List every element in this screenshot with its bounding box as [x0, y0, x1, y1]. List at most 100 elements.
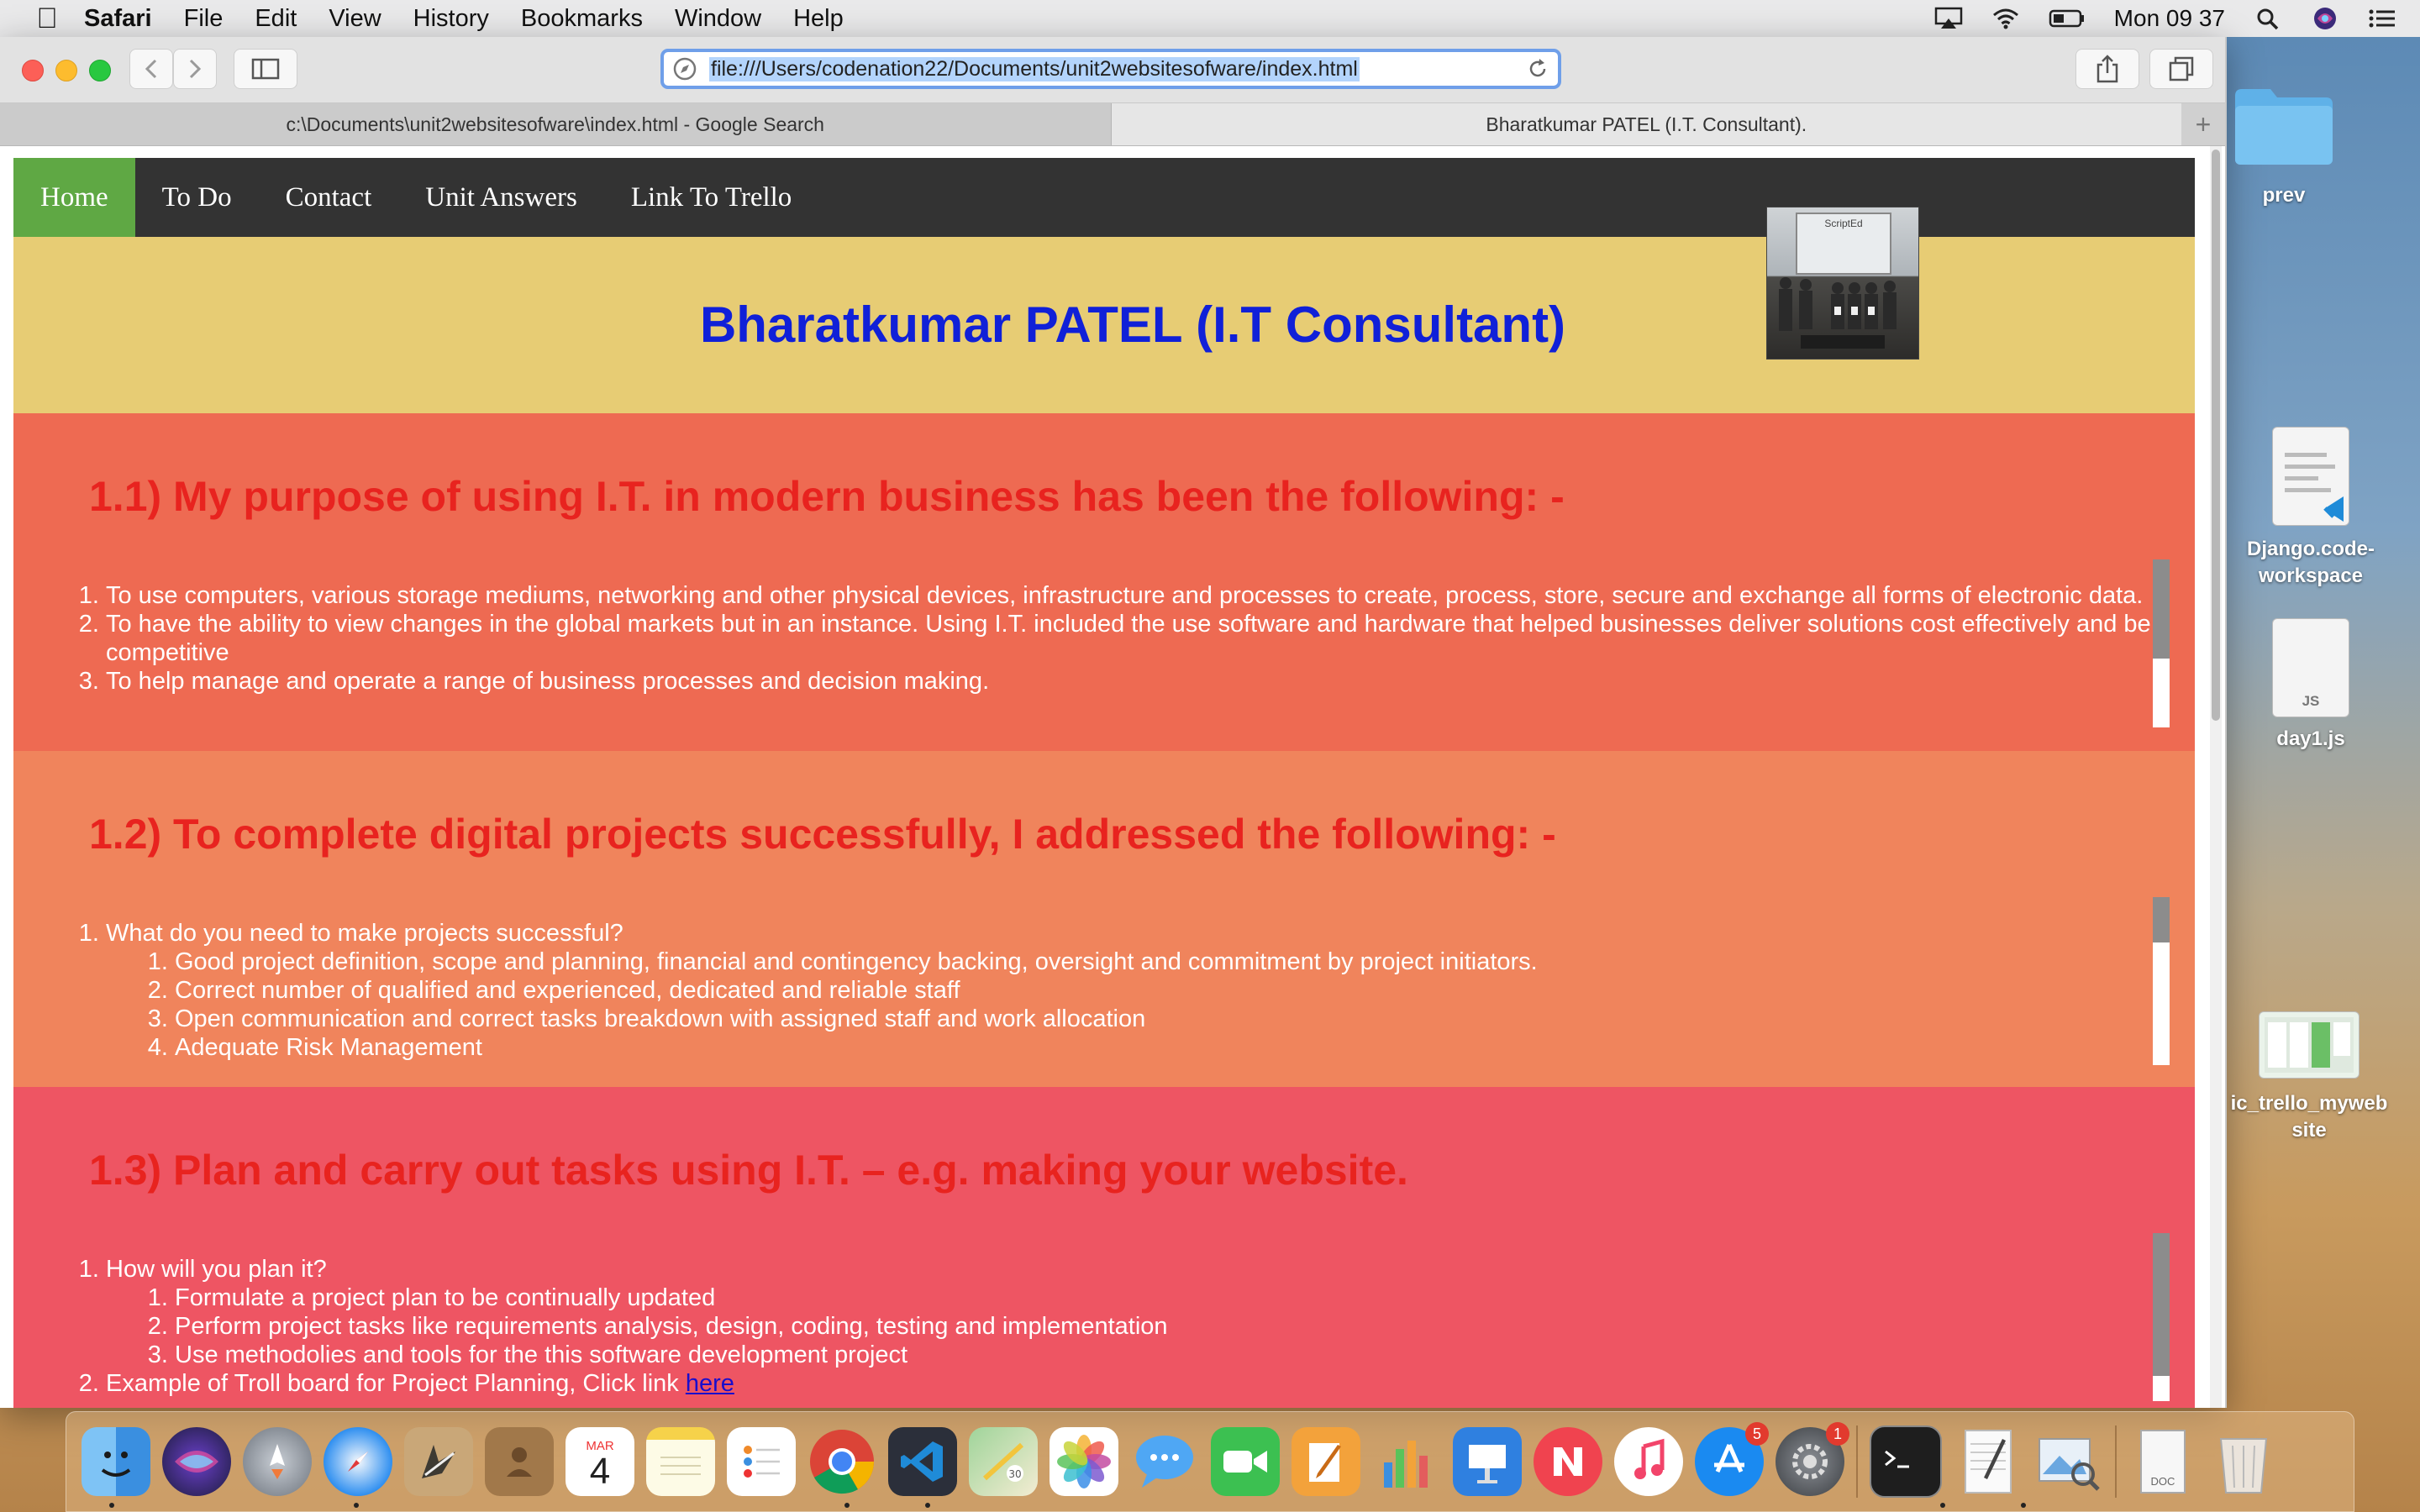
new-tab-button[interactable]: + — [2181, 103, 2225, 145]
launchpad-icon[interactable] — [243, 1427, 312, 1496]
menu-edit[interactable]: Edit — [255, 5, 297, 33]
reminders-icon[interactable] — [727, 1427, 796, 1496]
siri-icon[interactable] — [2311, 7, 2339, 30]
menu-app-name[interactable]: Safari — [84, 5, 152, 33]
share-button[interactable] — [2075, 49, 2139, 89]
chrome-icon[interactable] — [808, 1427, 876, 1496]
facetime-icon[interactable] — [1211, 1427, 1280, 1496]
dock-separator — [1856, 1425, 1858, 1498]
notification-center-icon[interactable] — [2368, 7, 2396, 30]
document-stack-icon[interactable]: DOC — [2128, 1427, 2197, 1496]
tab-overview-button[interactable] — [2149, 49, 2213, 89]
calendar-icon[interactable]: MAR 4 — [566, 1427, 634, 1496]
desktop-folder-prev[interactable]: prev — [2232, 81, 2336, 207]
web-page: Home To Do Contact Unit Answers Link To … — [13, 158, 2195, 1408]
list-item: To use computers, various storage medium… — [106, 581, 2225, 610]
nav-unit-answers[interactable]: Unit Answers — [398, 158, 604, 237]
notes-icon[interactable] — [646, 1427, 715, 1496]
group-photo: ScriptEd — [1766, 207, 1919, 360]
close-window-icon[interactable] — [22, 60, 44, 81]
siri-app-icon[interactable] — [162, 1427, 231, 1496]
minimize-window-icon[interactable] — [55, 60, 77, 81]
section-1-1-title: 1.1) My purpose of using I.T. in modern … — [89, 473, 1565, 520]
battery-icon[interactable] — [2049, 7, 2086, 30]
menu-history[interactable]: History — [413, 5, 489, 33]
nav-home[interactable]: Home — [13, 158, 135, 237]
contacts-icon[interactable] — [485, 1427, 554, 1496]
people-silhouettes — [1779, 277, 1897, 349]
page-scrollbar-thumb[interactable] — [2212, 150, 2220, 721]
tab-bharatkumar[interactable]: Bharatkumar PATEL (I.T. Consultant). — [1111, 103, 2182, 145]
scrollbar-thumb[interactable] — [2153, 559, 2170, 659]
list-item: Example of Troll board for Project Plann… — [106, 1369, 2225, 1398]
numbers-icon[interactable] — [1372, 1427, 1441, 1496]
zoom-window-icon[interactable] — [89, 60, 111, 81]
menu-view[interactable]: View — [329, 5, 381, 33]
back-button[interactable] — [129, 49, 173, 89]
sub-list-item: Adequate Risk Management — [175, 1033, 2225, 1062]
nav-link-to-trello[interactable]: Link To Trello — [604, 158, 818, 237]
section-1-3-scrollbar[interactable] — [2153, 1233, 2170, 1401]
tab-google-search[interactable]: c:\Documents\unit2websitesofware\index.h… — [0, 103, 1112, 145]
keynote-icon[interactable] — [1453, 1427, 1522, 1496]
sidebar-icon — [251, 58, 280, 80]
section-1-3-list: How will you plan it? Formulate a projec… — [13, 1255, 2225, 1398]
section-1-3: 1.3) Plan and carry out tasks using I.T.… — [13, 1087, 2195, 1408]
menu-file[interactable]: File — [184, 5, 224, 33]
safari-app-icon[interactable] — [324, 1427, 392, 1496]
section-1-2-scrollbar[interactable] — [2153, 897, 2170, 1065]
sub-list-item: Correct number of qualified and experien… — [175, 976, 2225, 1005]
mail-icon[interactable] — [404, 1427, 473, 1496]
scrollbar-thumb[interactable] — [2153, 897, 2170, 942]
scrollbar-thumb[interactable] — [2153, 1233, 2170, 1376]
desktop-icon-label: ic_trello_mywebsite — [2230, 1092, 2388, 1142]
menu-clock[interactable]: Mon 09 37 — [2114, 5, 2225, 32]
sub-list-item: Open communication and correct tasks bre… — [175, 1005, 2225, 1033]
forward-button[interactable] — [173, 49, 217, 89]
sidebar-toggle-button[interactable] — [234, 49, 297, 89]
music-icon[interactable] — [1614, 1427, 1683, 1496]
menu-window[interactable]: Window — [675, 5, 761, 33]
address-bar-url[interactable]: file:///Users/codenation22/Documents/uni… — [709, 56, 1360, 81]
file-type-tag: JS — [2302, 693, 2320, 709]
system-preferences-icon[interactable]: 1 — [1776, 1422, 1849, 1496]
safari-window: file:///Users/codenation22/Documents/uni… — [0, 37, 2227, 1408]
app-store-icon[interactable]: 5 — [1695, 1422, 1769, 1496]
photo-caption: ScriptEd — [1824, 218, 1863, 229]
section-1-1-scrollbar[interactable] — [2153, 559, 2170, 727]
nav-to-do[interactable]: To Do — [135, 158, 259, 237]
finder-icon[interactable] — [82, 1427, 150, 1496]
maps-icon[interactable]: 30 — [969, 1427, 1038, 1496]
trash-icon[interactable] — [2209, 1427, 2278, 1496]
sub-list-item: Use methodolies and tools for the this s… — [175, 1341, 2225, 1369]
desktop-file-day1-js[interactable]: JS day1.js — [2269, 618, 2353, 751]
js-file-icon: JS — [2272, 618, 2349, 717]
sub-list-item: Good project definition, scope and plann… — [175, 948, 2225, 976]
vscode-icon[interactable] — [888, 1427, 957, 1496]
address-bar[interactable]: file:///Users/codenation22/Documents/uni… — [660, 49, 1561, 89]
trello-link[interactable]: here — [686, 1370, 734, 1397]
terminal-icon[interactable] — [1870, 1425, 1942, 1498]
textedit-icon[interactable] — [1954, 1427, 2023, 1496]
menu-bar:  Safari File Edit View History Bookmark… — [0, 0, 2420, 37]
page-scrollbar[interactable] — [2210, 146, 2222, 1408]
photos-icon[interactable] — [1050, 1427, 1118, 1496]
nav-contact[interactable]: Contact — [259, 158, 399, 237]
reload-icon[interactable] — [1526, 57, 1549, 81]
preview-icon[interactable] — [2034, 1427, 2103, 1496]
messages-icon[interactable] — [1130, 1427, 1199, 1496]
airplay-icon[interactable] — [1934, 7, 1963, 30]
web-page-viewport[interactable]: Home To Do Contact Unit Answers Link To … — [0, 146, 2225, 1408]
pages-icon[interactable] — [1292, 1427, 1360, 1496]
menu-bookmarks[interactable]: Bookmarks — [521, 5, 643, 33]
apple-menu-icon[interactable]:  — [32, 3, 62, 34]
desktop-file-django-workspace[interactable]: Django.code-workspace — [2235, 427, 2386, 590]
menu-help[interactable]: Help — [793, 5, 844, 33]
spotlight-search-icon[interactable] — [2254, 7, 2282, 30]
desktop-file-trello-image[interactable]: ic_trello_mywebsite — [2225, 1011, 2393, 1144]
list-item-question: How will you plan it? — [106, 1256, 327, 1283]
section-1-1: 1.1) My purpose of using I.T. in modern … — [13, 413, 2195, 751]
wifi-icon[interactable] — [1991, 7, 2020, 30]
news-icon[interactable] — [1534, 1427, 1602, 1496]
sub-list: Formulate a project plan to be continual… — [106, 1284, 2225, 1369]
